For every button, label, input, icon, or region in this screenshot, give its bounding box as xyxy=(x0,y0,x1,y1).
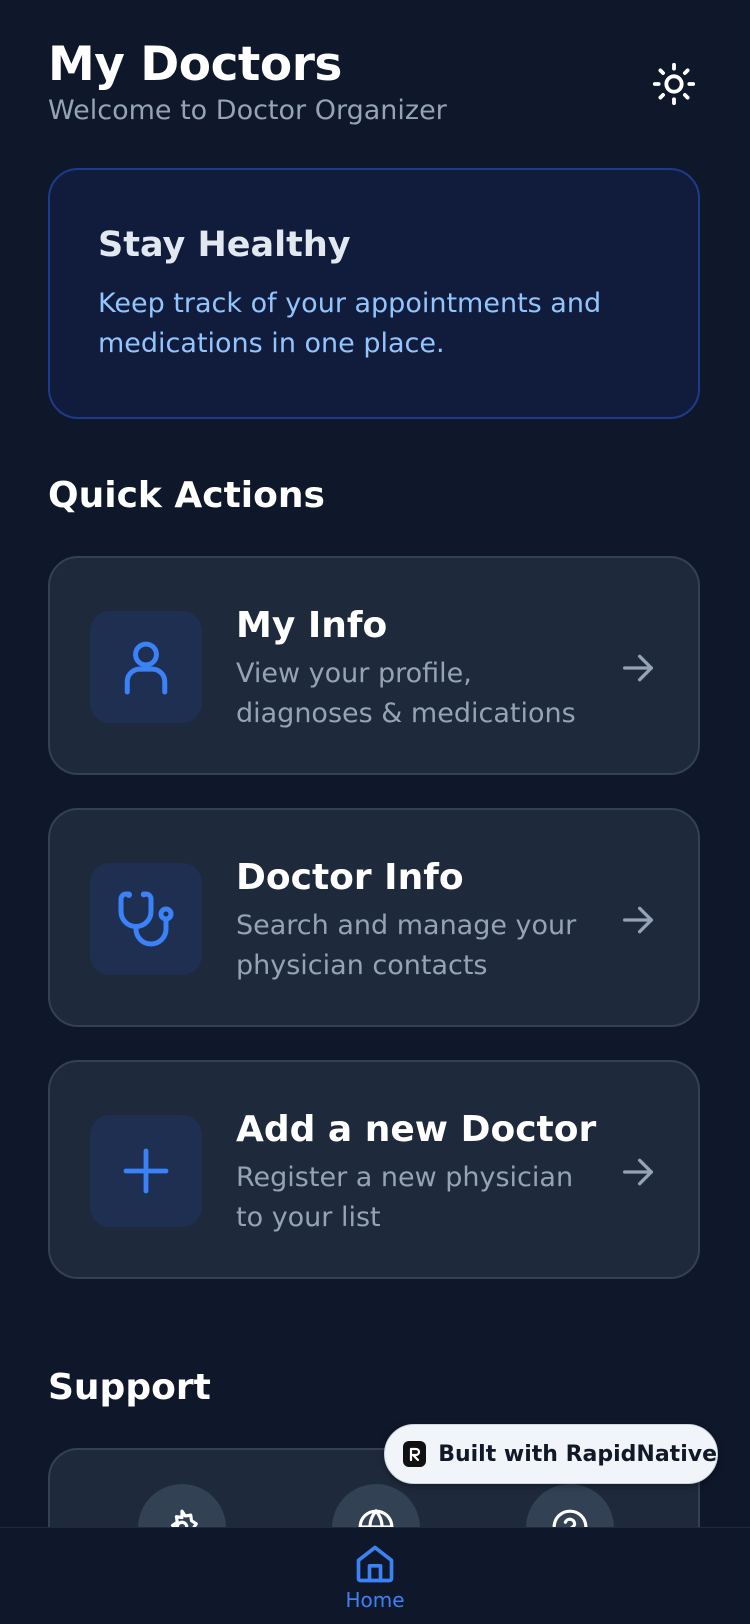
banner-text: Keep track of your appointments and medi… xyxy=(98,288,602,359)
doctor-info-title: Doctor Info xyxy=(236,857,464,898)
page-subtitle: Welcome to Doctor Organizer xyxy=(48,95,447,126)
built-with-badge[interactable]: Built with RapidNative xyxy=(384,1424,718,1484)
add-doctor-icon-box xyxy=(90,1115,202,1227)
doctor-info-card[interactable]: Doctor Info Search and manage your physi… xyxy=(48,808,700,1027)
my-info-title: My Info xyxy=(236,605,388,646)
stay-healthy-banner: Stay Healthy Keep track of your appointm… xyxy=(48,168,700,419)
arrow-right-icon xyxy=(623,906,653,934)
doctor-info-description: Search and manage your physician contact… xyxy=(236,910,577,981)
my-info-card[interactable]: My Info View your profile, diagnoses & m… xyxy=(48,556,700,775)
support-title: Support xyxy=(48,1367,211,1408)
doctor-info-icon-box xyxy=(90,863,202,975)
add-doctor-text: Add a new Doctor Register a new physicia… xyxy=(236,1108,608,1238)
plus-icon xyxy=(123,1148,169,1194)
bottom-tab-bar: Home xyxy=(0,1527,750,1624)
my-info-icon-box xyxy=(90,611,202,723)
user-icon xyxy=(124,641,168,695)
my-info-text: My Info View your profile, diagnoses & m… xyxy=(236,604,608,734)
header: My Doctors Welcome to Doctor Organizer xyxy=(48,36,702,136)
home-icon xyxy=(356,1545,394,1583)
rapidnative-logo-icon xyxy=(403,1441,427,1467)
add-doctor-description: Register a new physician to your list xyxy=(236,1162,574,1233)
badge-label: Built with RapidNative xyxy=(438,1441,717,1467)
home-screen: My Doctors Welcome to Doctor Organizer S… xyxy=(0,0,750,1624)
arrow-right-icon xyxy=(623,654,653,682)
banner-title: Stay Healthy xyxy=(98,225,351,265)
tab-home-label: Home xyxy=(345,1588,405,1612)
quick-actions-title: Quick Actions xyxy=(48,475,325,516)
sun-icon xyxy=(652,62,696,106)
doctor-info-text: Doctor Info Search and manage your physi… xyxy=(236,856,608,986)
add-doctor-title: Add a new Doctor xyxy=(236,1109,597,1150)
arrow-right-icon xyxy=(623,1158,653,1186)
theme-toggle-button[interactable] xyxy=(648,58,700,110)
page-title: My Doctors xyxy=(48,37,342,92)
stethoscope-icon xyxy=(118,891,174,947)
tab-home[interactable]: Home xyxy=(335,1542,415,1624)
my-info-description: View your profile, diagnoses & medicatio… xyxy=(236,658,576,729)
add-doctor-card[interactable]: Add a new Doctor Register a new physicia… xyxy=(48,1060,700,1279)
